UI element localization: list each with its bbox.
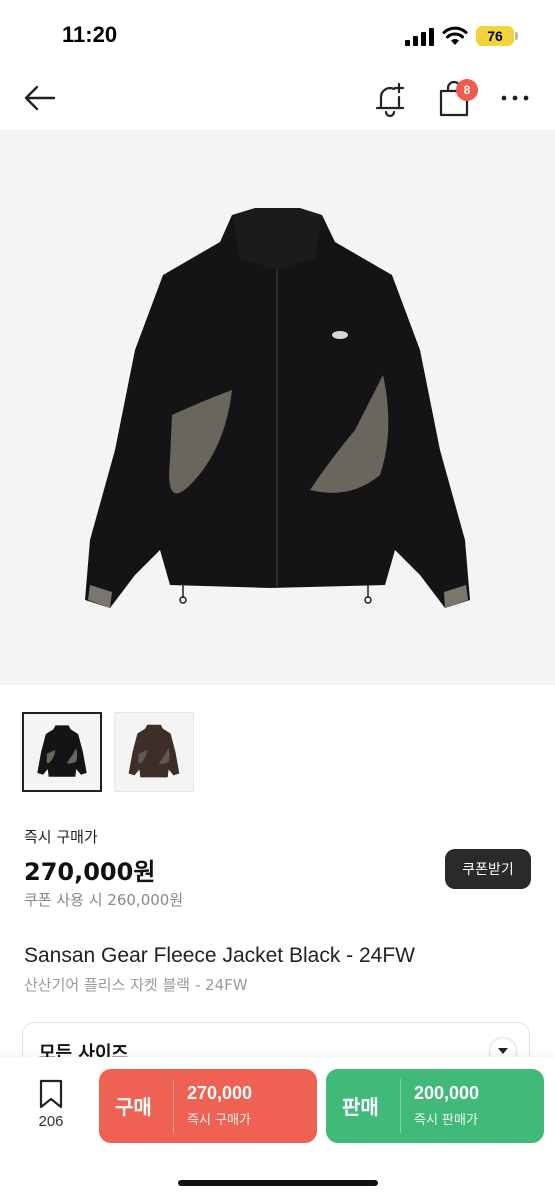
sell-button[interactable]: 판매 200,000 즉시 판매가 [326,1069,544,1143]
price-label: 즉시 구매가 [24,828,98,846]
buy-price: 270,000 [187,1083,253,1103]
battery-cap [515,32,518,40]
sell-price: 200,000 [414,1083,480,1103]
get-coupon-button[interactable]: 쿠폰받기 [445,849,531,889]
status-bar: 11:20 76 [0,0,555,70]
battery-icon: 76 [476,26,514,46]
product-title-en: Sansan Gear Fleece Jacket Black - 24FW [24,944,415,967]
home-indicator[interactable] [178,1180,378,1186]
buy-button[interactable]: 구매 270,000 즉시 구매가 [99,1069,317,1143]
bell-plus-icon[interactable] [372,80,408,118]
wifi-icon [442,26,468,45]
sell-sub-label: 즉시 판매가 [414,1113,478,1128]
sell-divider [400,1079,401,1133]
status-time: 11:20 [62,22,118,47]
black-fleece-jacket-image [85,208,470,608]
bookmark-button[interactable]: 206 [30,1079,72,1139]
black-jacket-thumbnail[interactable] [22,712,102,792]
coupon-price: 쿠폰 사용 시 260,000원 [24,891,184,909]
buy-divider [173,1079,174,1133]
bookmark-count: 206 [38,1113,64,1130]
cart-count-badge: 8 [456,79,478,101]
instant-buy-price: 270,000원 [24,858,156,886]
bookmark-icon [39,1079,63,1109]
signal-icon [405,28,434,46]
bottom-action-bar: 206 구매 270,000 즉시 구매가 판매 200,000 즉시 판매가 [0,1057,555,1200]
more-icon[interactable] [498,84,532,112]
buy-sub-label: 즉시 구매가 [187,1113,251,1128]
buy-label: 구매 [115,1095,152,1119]
product-title-ko: 산산기어 플리스 자켓 블랙 - 24FW [24,976,248,994]
back-arrow-icon[interactable] [20,82,60,114]
product-image[interactable] [0,130,555,685]
brown-jacket-thumbnail[interactable] [114,712,194,792]
sell-label: 판매 [342,1095,379,1119]
